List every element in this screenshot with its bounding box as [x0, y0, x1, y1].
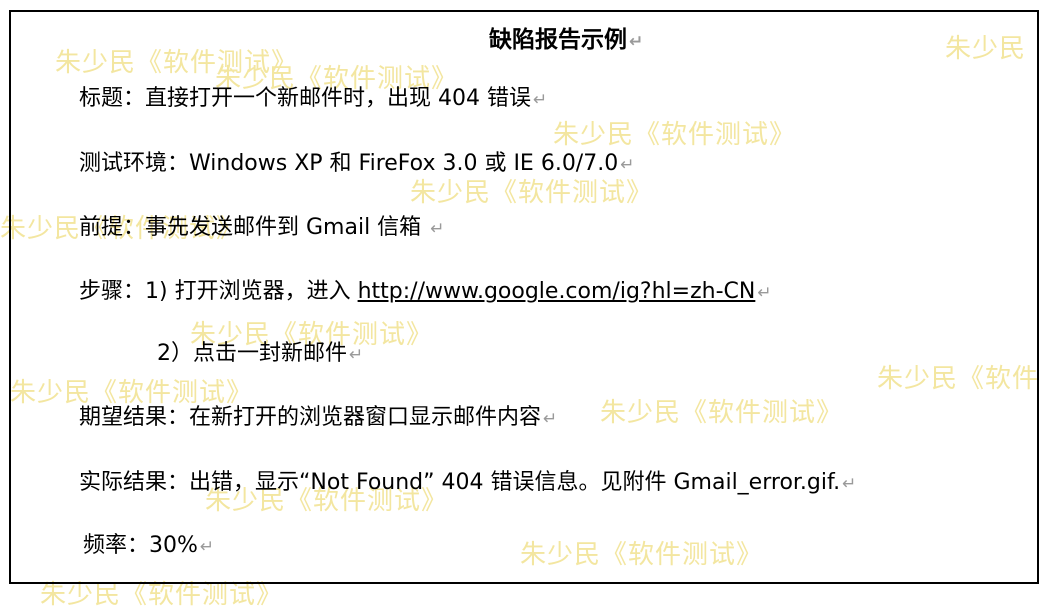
step-2-text: 2）点击一封新邮件 [157, 341, 347, 366]
paragraph-mark-icon: ↵ [533, 90, 548, 110]
paragraph-mark-icon: ↵ [842, 474, 857, 494]
report-title-text: 缺陷报告示例 [489, 27, 627, 53]
steps-label: 步骤： [79, 279, 146, 304]
environment-value: Windows XP 和 FireFox 3.0 或 IE 6.0/7.0 [189, 151, 619, 176]
paragraph-mark-icon: ↵ [349, 345, 364, 365]
environment-line: 测试环境：Windows XP 和 FireFox 3.0 或 IE 6.0/7… [79, 150, 634, 179]
premise-line: 前提：事先发送邮件到 Gmail 信箱 ↵ [79, 214, 444, 243]
paragraph-mark-icon: ↵ [199, 537, 215, 557]
title-value: 直接打开一个新邮件时，出现 404 错误 [145, 86, 531, 111]
paragraph-mark-icon: ↵ [629, 32, 644, 52]
frequency-value: 30% [149, 533, 198, 558]
step-2-line: 2）点击一封新邮件 ↵ [157, 340, 363, 369]
premise-value: 事先发送邮件到 Gmail 信箱 [145, 215, 429, 240]
expected-value: 在新打开的浏览器窗口显示邮件内容 [189, 405, 542, 430]
step-1-link[interactable]: http://www.google.com/ig?hl=zh-CN [358, 279, 756, 304]
environment-label: 测试环境： [79, 151, 190, 176]
actual-label: 实际结果： [79, 470, 190, 495]
paragraph-mark-icon: ↵ [430, 219, 445, 239]
premise-label: 前提： [79, 215, 146, 240]
paragraph-mark-icon: ↵ [620, 155, 635, 175]
actual-line: 实际结果：出错，显示“Not Found” 404 错误信息。见附件 Gmail… [79, 469, 856, 498]
paragraph-mark-icon: ↵ [543, 409, 558, 429]
report-title: 缺陷报告示例 ↵ [489, 20, 643, 54]
step-1-text: 1) 打开浏览器，进入 [145, 279, 358, 304]
title-line: 标题：直接打开一个新邮件时，出现 404 错误 ↵ [79, 85, 547, 114]
actual-value: 出错，显示“Not Found” 404 错误信息。见附件 Gmail_erro… [189, 470, 841, 495]
steps-line: 步骤：1) 打开浏览器，进入 http://www.google.com/ig?… [79, 278, 772, 307]
expected-label: 期望结果： [79, 405, 190, 430]
expected-line: 期望结果：在新打开的浏览器窗口显示邮件内容 ↵ [79, 404, 557, 433]
frequency-line: 频率：30% ↵ [83, 532, 214, 561]
paragraph-mark-icon: ↵ [757, 283, 772, 303]
title-label: 标题： [79, 86, 146, 111]
frequency-label: 频率： [83, 533, 150, 558]
